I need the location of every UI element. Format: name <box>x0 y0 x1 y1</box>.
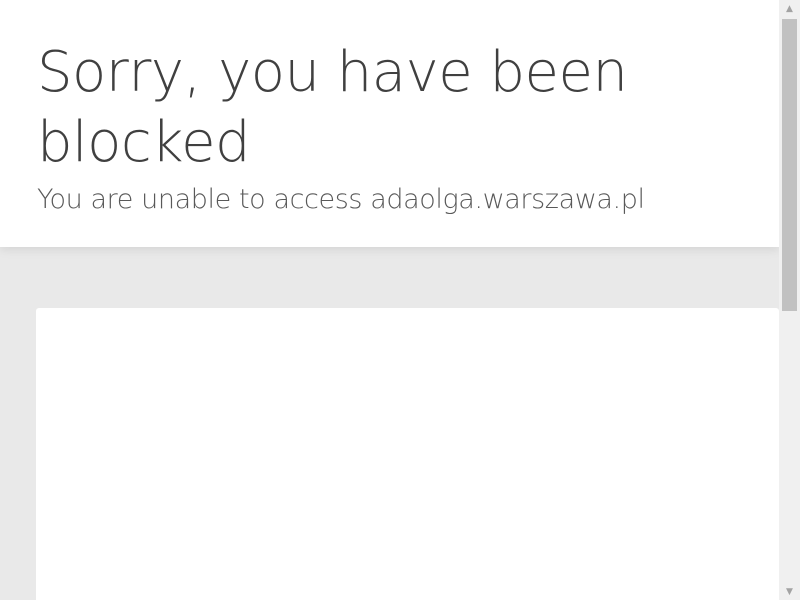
scrollbar-thumb[interactable] <box>782 19 797 311</box>
block-header: Sorry, you have been blocked You are una… <box>0 0 779 247</box>
scroll-down-arrow-icon[interactable]: ▼ <box>779 583 800 600</box>
page-viewport: Sorry, you have been blocked You are una… <box>0 0 800 600</box>
content-panel <box>36 308 779 600</box>
scroll-up-arrow-icon[interactable]: ▲ <box>779 0 800 17</box>
page-subtitle: You are unable to access adaolga.warszaw… <box>37 184 645 215</box>
vertical-scrollbar[interactable]: ▲ ▼ <box>779 0 800 600</box>
page-title: Sorry, you have been blocked <box>37 40 628 175</box>
